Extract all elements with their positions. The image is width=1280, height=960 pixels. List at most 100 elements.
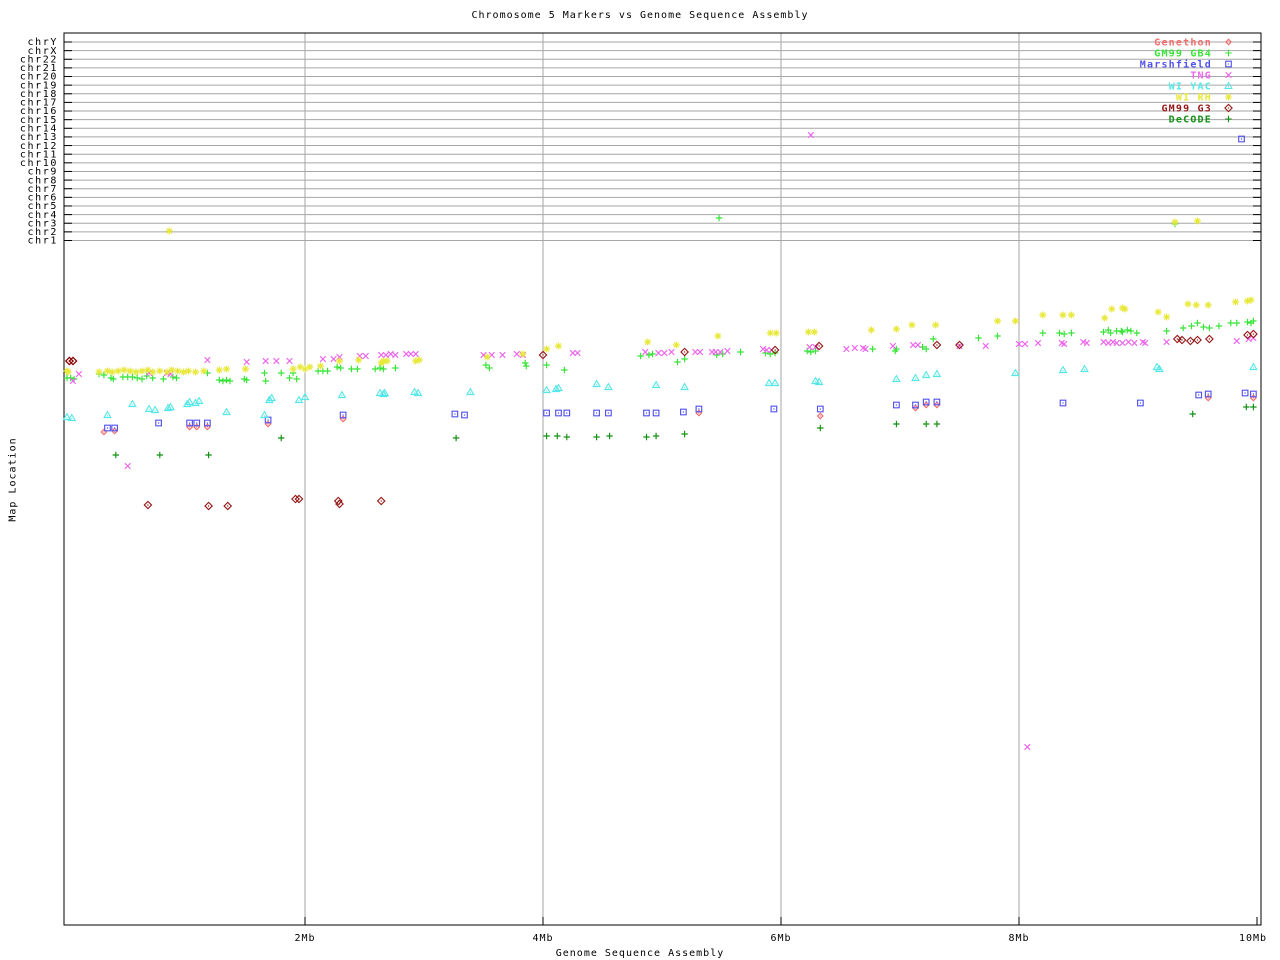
legend-marker-star-icon [1224,92,1233,102]
data-point [518,349,527,359]
data-point [1205,324,1214,332]
legend-marker-plus-icon [1224,115,1233,123]
data-point [260,411,269,419]
data-point [1193,216,1202,226]
data-point [120,365,129,375]
data-point [932,370,941,378]
data-point [482,361,490,369]
data-point [668,348,675,356]
plot-area: chrYchrXchr22chr21chr20chr19chr18chr17ch… [20,32,1267,944]
data-point [652,409,660,417]
data-point [1187,322,1196,330]
data-point [319,355,327,363]
data-point [563,433,571,441]
data-point [955,340,964,350]
data-point [204,451,213,459]
data-point [713,331,722,341]
data-point [305,362,314,372]
data-point [204,423,211,431]
data-point [605,432,614,440]
data-point [851,344,859,352]
data-point [1163,338,1170,346]
data-point [143,500,153,510]
data-point [204,501,213,511]
data-point [914,341,922,349]
data-point [867,325,876,335]
grid-layer [64,33,1261,925]
data-point [1127,327,1135,335]
data-point [222,364,231,374]
data-point [542,344,551,354]
data-point [655,349,662,357]
data-point [1137,399,1144,407]
data-point [186,423,193,431]
data-point [553,432,562,440]
legend-label: DeCODE [1169,115,1212,126]
data-point [806,343,813,351]
data-point [451,410,459,418]
data-point [1195,391,1203,399]
data-point [1055,329,1064,337]
data-point [661,349,668,357]
data-point [336,364,345,372]
data-point [911,374,920,382]
data-point [1117,327,1126,335]
series-genethon [100,394,1257,436]
data-point [286,357,293,365]
data-point [641,348,649,356]
data-point [715,214,723,222]
data-point [560,366,569,374]
data-point [593,409,600,417]
data-point [292,375,301,383]
data-point [1059,366,1067,374]
legend-marker-square-icon [1225,60,1232,68]
data-point [1227,319,1235,327]
data-point [191,367,200,377]
data-point [1193,335,1202,345]
data-point [112,451,120,459]
data-point [184,366,193,376]
data-point [261,377,270,385]
data-point [108,367,117,377]
data-point [114,366,123,376]
x-tick-label-4mb: 4Mb [532,933,553,944]
data-point [1011,316,1020,326]
data-point [672,340,681,350]
data-point [1233,337,1241,345]
data-point [563,409,571,417]
data-point [1243,318,1252,326]
data-point [262,357,270,365]
legend-label: WI RH [1176,93,1212,104]
data-point [817,412,824,420]
data-point [1023,743,1031,751]
data-point [542,432,551,440]
data-point [133,374,141,382]
data-point [543,409,550,417]
data-point [1215,322,1223,330]
data-point [770,405,778,413]
data-point [680,430,689,438]
data-point [1067,310,1076,320]
data-point [223,501,232,511]
data-point [347,365,356,373]
data-point [362,352,370,360]
data-point [929,335,938,343]
data-point [922,371,931,379]
data-point [333,363,341,371]
data-point [696,348,704,356]
x-tick-label-10mb: 10Mb [1239,933,1267,944]
legend-label: GM99 GB4 [1154,49,1212,60]
axis-layer: chrYchrXchr22chr21chr20chr19chr18chr17ch… [20,32,1267,944]
data-point [1060,330,1068,338]
data-point [1011,369,1020,377]
data-point [604,383,613,391]
data-point [993,332,1002,340]
data-point [642,433,651,441]
data-point [148,374,157,382]
legend-label: GM99 G3 [1161,104,1212,115]
data-point [155,366,164,376]
data-point [466,388,475,396]
data-point [680,383,689,391]
data-point [1058,310,1068,320]
data-point [695,409,703,417]
